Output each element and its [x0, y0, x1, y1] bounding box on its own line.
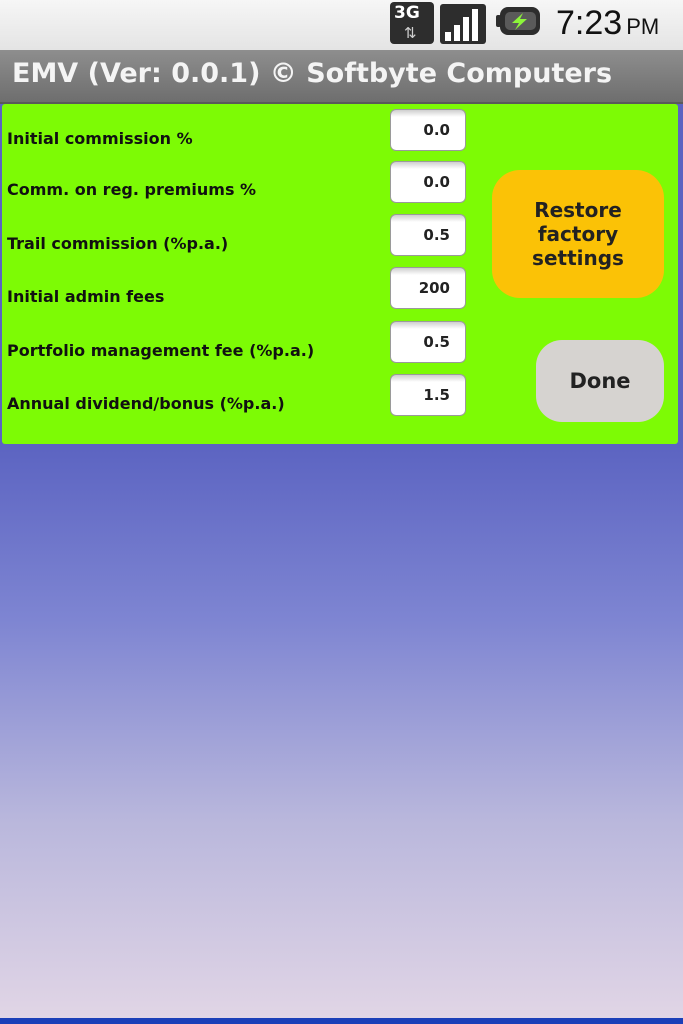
done-button[interactable]: Done: [536, 340, 664, 422]
annual-dividend-bonus-label: Annual dividend/bonus (%p.a.): [7, 394, 285, 413]
restore-factory-settings-button[interactable]: Restore factory settings: [492, 170, 664, 298]
app-title: EMV (Ver: 0.0.1) © Softbyte Computers: [12, 58, 613, 89]
status-clock: 7:23 PM: [556, 4, 659, 43]
initial-admin-fees-input[interactable]: [390, 267, 466, 309]
settings-panel: Initial commission % Comm. on reg. premi…: [2, 104, 678, 444]
battery-charging-icon: [496, 7, 540, 35]
network-type-label: 3G: [394, 3, 420, 23]
network-3g-icon: 3G ⇅: [390, 2, 434, 44]
clock-time: 7:23: [556, 4, 623, 42]
signal-strength-icon: [440, 4, 486, 44]
app-title-bar: EMV (Ver: 0.0.1) © Softbyte Computers: [0, 50, 683, 104]
initial-commission-label: Initial commission %: [7, 129, 193, 148]
annual-dividend-bonus-input[interactable]: [390, 374, 466, 416]
comm-reg-premiums-label: Comm. on reg. premiums %: [7, 180, 257, 199]
portfolio-management-fee-input[interactable]: [390, 321, 466, 363]
clock-ampm: PM: [626, 14, 660, 39]
network-activity-arrows: ⇅: [404, 24, 417, 42]
comm-reg-premiums-input[interactable]: [390, 161, 466, 203]
trail-commission-input[interactable]: [390, 214, 466, 256]
initial-admin-fees-label: Initial admin fees: [7, 287, 165, 306]
status-bar: 3G ⇅ 7:23 PM: [0, 0, 683, 50]
trail-commission-label: Trail commission (%p.a.): [7, 234, 229, 253]
initial-commission-input[interactable]: [390, 109, 466, 151]
bottom-edge-bar: [0, 1018, 683, 1024]
portfolio-management-fee-label: Portfolio management fee (%p.a.): [7, 341, 315, 360]
